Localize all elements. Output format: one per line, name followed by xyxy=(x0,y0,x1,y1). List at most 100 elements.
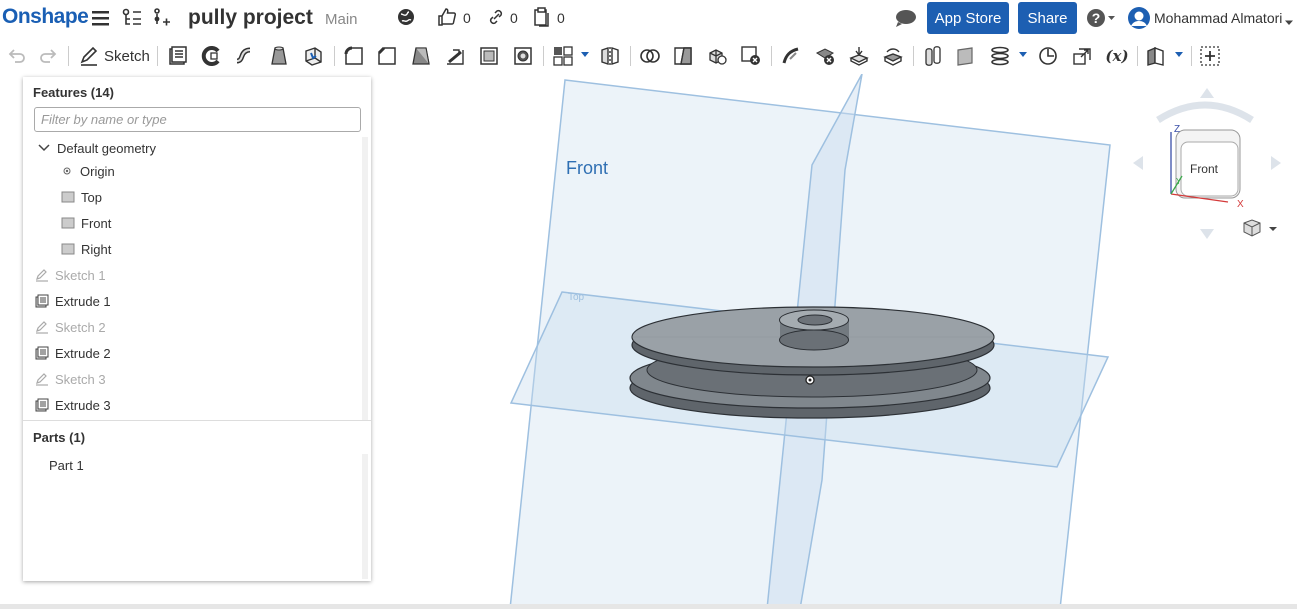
tree-item-extrude-1[interactable]: Extrude 1 xyxy=(35,290,111,312)
tree-item-default-geometry[interactable]: Default geometry xyxy=(37,137,156,159)
parts-scrollbar[interactable] xyxy=(362,454,368,579)
copy-icon[interactable] xyxy=(533,7,555,29)
redo-icon[interactable] xyxy=(37,45,59,67)
curve-dropdown-icon[interactable] xyxy=(1019,52,1027,57)
sketch-button[interactable]: Sketch xyxy=(104,48,150,65)
view-rotate-down-icon[interactable] xyxy=(1200,229,1214,239)
tree-item-sketch-2[interactable]: Sketch 2 xyxy=(35,316,106,338)
view-dropdown-icon[interactable] xyxy=(1175,52,1183,57)
tree-item-label: Right xyxy=(81,241,112,257)
tree-item-front-plane[interactable]: Front xyxy=(61,212,111,234)
branch-label[interactable]: Main xyxy=(325,11,358,28)
delete-part-icon[interactable] xyxy=(740,45,762,67)
tree-item-extrude-3[interactable]: Extrude 3 xyxy=(35,394,111,416)
plane-icon xyxy=(61,190,75,204)
top-plane-label: Top xyxy=(568,292,585,303)
axis-z-label: Z xyxy=(1174,124,1180,135)
hamburger-menu-icon[interactable] xyxy=(91,7,113,29)
thicken-icon[interactable] xyxy=(302,45,324,67)
add-custom-feature-icon[interactable] xyxy=(1199,45,1221,67)
help-icon[interactable]: ? xyxy=(1086,7,1115,29)
measure-icon[interactable] xyxy=(1037,45,1059,67)
toolbar-separator xyxy=(1137,46,1138,66)
view-rotate-right-icon[interactable] xyxy=(1271,156,1281,170)
tree-item-sketch-3[interactable]: Sketch 3 xyxy=(35,368,106,390)
move-face-icon[interactable] xyxy=(848,45,870,67)
insert-icon[interactable] xyxy=(152,7,174,29)
share-button[interactable]: Share xyxy=(1018,2,1077,34)
view-cube[interactable]: Front Z X Y xyxy=(1133,88,1281,239)
chamfer-icon[interactable] xyxy=(376,45,398,67)
loft-icon[interactable] xyxy=(268,45,290,67)
view-rotate-up-icon[interactable] xyxy=(1200,88,1214,98)
like-icon[interactable] xyxy=(437,7,459,29)
boolean-icon[interactable] xyxy=(639,45,661,67)
chevron-down-icon[interactable] xyxy=(37,141,51,155)
tree-item-label: Top xyxy=(81,189,102,205)
parts-header[interactable]: Parts (1) xyxy=(33,430,85,445)
view-rotate-left-icon[interactable] xyxy=(1133,156,1143,170)
pattern-icon[interactable] xyxy=(552,45,574,67)
hole-icon[interactable] xyxy=(512,45,534,67)
pulley-bore[interactable] xyxy=(797,314,833,326)
extrude-icon[interactable] xyxy=(167,45,189,67)
tree-item-origin[interactable]: Origin xyxy=(60,160,115,182)
section-view-icon[interactable] xyxy=(1145,45,1167,67)
view-options-button[interactable] xyxy=(1243,219,1277,237)
undo-icon[interactable] xyxy=(6,45,28,67)
revolve-icon[interactable] xyxy=(200,45,222,67)
pattern-dropdown-icon[interactable] xyxy=(581,52,589,57)
offset-surface-icon[interactable] xyxy=(922,45,944,67)
features-header[interactable]: Features (14) xyxy=(33,85,114,100)
top-bar: Onshape pully project Main 0 0 0 App Sto… xyxy=(0,0,1297,36)
user-name[interactable]: Mohammad Almatori xyxy=(1154,10,1282,26)
part-list-item[interactable]: Part 1 xyxy=(49,454,84,476)
sketch-pencil-icon[interactable] xyxy=(78,45,100,67)
shell-icon[interactable] xyxy=(478,45,500,67)
view-rotate-arc[interactable] xyxy=(1156,101,1254,123)
tree-item-label: Sketch 1 xyxy=(55,267,106,283)
delete-face-icon[interactable] xyxy=(814,45,836,67)
features-scrollbar[interactable] xyxy=(362,137,368,420)
tree-item-label: Default geometry xyxy=(57,140,156,156)
fillet-icon[interactable] xyxy=(343,45,365,67)
sketch-pencil-icon xyxy=(35,268,49,282)
plane-icon xyxy=(61,216,75,230)
document-title[interactable]: pully project xyxy=(188,6,313,30)
user-avatar-icon[interactable] xyxy=(1127,6,1150,29)
links-count: 0 xyxy=(510,10,518,26)
part-label: Part 1 xyxy=(49,457,84,473)
tree-item-sketch-1[interactable]: Sketch 1 xyxy=(35,264,106,286)
draft-icon[interactable] xyxy=(410,45,432,67)
user-menu-chevron-icon[interactable] xyxy=(1284,14,1294,25)
onshape-logo[interactable]: Onshape xyxy=(2,5,89,29)
variable-icon[interactable]: (x) xyxy=(1104,45,1130,67)
modify-fillet-icon[interactable] xyxy=(780,45,802,67)
split-icon[interactable] xyxy=(672,45,694,67)
tree-item-label: Sketch 3 xyxy=(55,371,106,387)
globe-icon[interactable] xyxy=(396,7,418,29)
helix-icon[interactable] xyxy=(989,45,1011,67)
sketch-pencil-icon xyxy=(35,320,49,334)
tree-item-right-plane[interactable]: Right xyxy=(61,238,111,260)
tab-bar-strip[interactable] xyxy=(0,604,1297,609)
feature-filter-input[interactable] xyxy=(34,107,361,132)
toolbar-separator xyxy=(913,46,914,66)
comments-icon[interactable] xyxy=(895,9,917,31)
sweep-icon[interactable] xyxy=(234,45,256,67)
rib-icon[interactable] xyxy=(444,45,466,67)
tree-item-top-plane[interactable]: Top xyxy=(61,186,102,208)
view-options-chevron-icon[interactable] xyxy=(1269,227,1277,231)
view-cube-front-face[interactable]: Front xyxy=(1190,162,1219,176)
feature-list-icon[interactable] xyxy=(121,7,143,29)
toolbar-separator xyxy=(157,46,158,66)
app-store-button[interactable]: App Store xyxy=(927,2,1009,34)
feature-list-panel: Features (14) Default geometry Origin To… xyxy=(23,77,371,581)
derived-icon[interactable] xyxy=(1071,45,1093,67)
plane-icon[interactable] xyxy=(955,45,977,67)
link-icon[interactable] xyxy=(487,7,509,29)
transform-icon[interactable] xyxy=(706,45,728,67)
mirror-icon[interactable] xyxy=(599,45,621,67)
tree-item-extrude-2[interactable]: Extrude 2 xyxy=(35,342,111,364)
replace-face-icon[interactable] xyxy=(882,45,904,67)
